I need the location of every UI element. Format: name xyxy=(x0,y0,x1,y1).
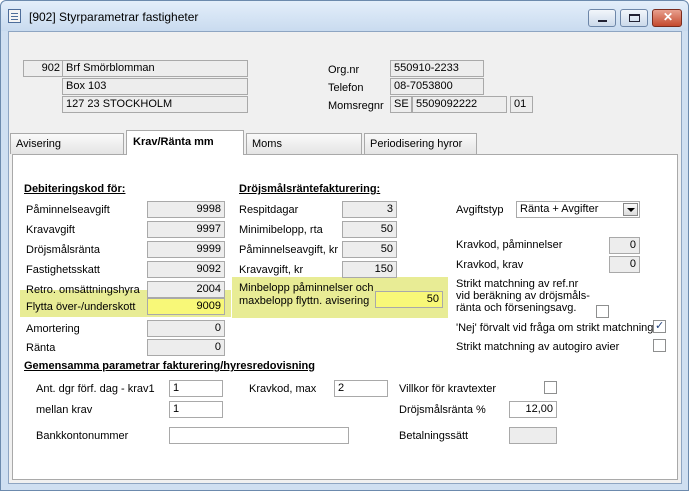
fee-type-select[interactable]: Ränta + Avgifter xyxy=(516,201,640,218)
interest-field[interactable]: 50 xyxy=(342,241,397,258)
tab-krav-ranta[interactable]: Krav/Ränta mm xyxy=(126,130,244,155)
phone-label: Telefon xyxy=(328,82,364,94)
between-label: mellan krav xyxy=(36,404,93,416)
rate-label: Dröjsmålsränta % xyxy=(399,404,486,416)
tab-periodisering[interactable]: Periodisering hyror xyxy=(364,133,477,154)
fee-type-value: Ränta + Avgifter xyxy=(520,203,599,215)
minimize-button[interactable] xyxy=(588,9,616,27)
debit-field[interactable]: 9009 xyxy=(147,298,225,315)
debit-label: Amortering xyxy=(26,323,80,335)
demand-code-field[interactable]: 0 xyxy=(609,256,640,273)
phone-field[interactable]: 08-7053800 xyxy=(390,78,484,95)
debit-label: Retro. omsättningshyra xyxy=(26,284,140,296)
title-bar[interactable]: [902] Styrparametrar fastigheter ✕ xyxy=(1,1,688,31)
address-field[interactable]: Box 103 xyxy=(62,78,248,95)
max-amount-label: maxbelopp flyttn. avisering xyxy=(239,295,370,307)
interest-label: Kravavgift, kr xyxy=(239,264,304,276)
app-icon xyxy=(8,9,21,23)
rate-field[interactable]: 12,00 xyxy=(509,401,557,418)
reminder-code-field[interactable]: 0 xyxy=(609,237,640,254)
strict-label-3: ränta och förseningsavg. xyxy=(456,302,577,314)
minimize-icon xyxy=(598,20,607,22)
max-code-field[interactable]: 2 xyxy=(334,380,388,397)
payment-field[interactable] xyxy=(509,427,557,444)
debit-field[interactable]: 0 xyxy=(147,320,225,337)
debit-label: Dröjsmålsränta xyxy=(26,244,100,256)
vat-suffix-field[interactable]: 01 xyxy=(510,96,533,113)
debit-field[interactable]: 9998 xyxy=(147,201,225,218)
nej-checkbox[interactable] xyxy=(653,319,666,333)
days-label: Ant. dgr förf. dag - krav1 xyxy=(36,383,155,395)
bank-label: Bankkontonummer xyxy=(36,430,129,442)
conditions-checkbox[interactable] xyxy=(544,381,557,394)
tab-moms[interactable]: Moms xyxy=(246,133,362,154)
strict-checkbox[interactable] xyxy=(596,305,609,318)
min-amount-label: Minbelopp påminnelser och xyxy=(239,282,374,294)
vat-number-field[interactable]: 5509092222 xyxy=(412,96,507,113)
bank-field[interactable] xyxy=(169,427,349,444)
vat-prefix-field[interactable]: SE xyxy=(390,96,412,113)
debit-label: Flytta över-/underskott xyxy=(26,301,136,313)
vat-label: Momsregnr xyxy=(328,100,384,112)
debit-field[interactable]: 9999 xyxy=(147,241,225,258)
debit-label: Påminnelseavgift xyxy=(26,204,110,216)
debit-label: Fastighetsskatt xyxy=(26,264,100,276)
maximize-button[interactable] xyxy=(620,9,648,27)
min-amount-field[interactable]: 50 xyxy=(375,291,443,308)
client-area: 902 Brf Smörblomman Box 103 127 23 STOCK… xyxy=(8,31,682,484)
postal-field[interactable]: 127 23 STOCKHOLM xyxy=(62,96,248,113)
reminder-code-label: Kravkod, påminnelser xyxy=(456,239,563,251)
tab-panel: Debiteringskod för: Påminnelseavgift 999… xyxy=(12,154,678,480)
autogiro-checkbox[interactable] xyxy=(653,339,666,352)
between-field[interactable]: 1 xyxy=(169,401,223,418)
orgnr-label: Org.nr xyxy=(328,64,360,76)
application-window: [902] Styrparametrar fastigheter ✕ 902 B… xyxy=(0,0,689,491)
debit-field[interactable]: 9997 xyxy=(147,221,225,238)
fee-type-label: Avgiftstyp xyxy=(456,204,504,216)
chevron-down-icon[interactable] xyxy=(623,203,638,216)
autogiro-label: Strikt matchning av autogiro avier xyxy=(456,341,620,353)
interest-label: Påminnelseavgift, kr xyxy=(239,244,339,256)
company-name-field[interactable]: Brf Smörblomman xyxy=(62,60,248,77)
debit-field[interactable]: 9092 xyxy=(147,261,225,278)
nej-label: 'Nej' förvalt vid fråga om strikt matchn… xyxy=(456,322,654,334)
debit-label: Ränta xyxy=(26,342,56,354)
interest-field[interactable]: 50 xyxy=(342,221,397,238)
debit-field[interactable]: 0 xyxy=(147,339,225,356)
interest-section-title: Dröjsmålsräntefakturering: xyxy=(239,183,381,195)
debit-field[interactable]: 2004 xyxy=(147,281,225,298)
interest-label: Respitdagar xyxy=(239,204,299,216)
days-field[interactable]: 1 xyxy=(169,380,223,397)
debit-section-title: Debiteringskod för: xyxy=(24,183,126,195)
maximize-icon xyxy=(629,14,640,22)
max-code-label: Kravkod, max xyxy=(249,383,317,395)
conditions-label: Villkor för kravtexter xyxy=(399,383,496,395)
interest-field[interactable]: 150 xyxy=(342,261,397,278)
interest-label: Minimibelopp, rta xyxy=(239,224,323,236)
common-section-title: Gemensamma parametrar fakturering/hyresr… xyxy=(24,360,316,372)
orgnr-field[interactable]: 550910-2233 xyxy=(390,60,484,77)
window-title: [902] Styrparametrar fastigheter xyxy=(29,10,199,24)
debit-label: Kravavgift xyxy=(26,224,75,236)
interest-field[interactable]: 3 xyxy=(342,201,397,218)
payment-label: Betalningssätt xyxy=(399,430,469,442)
tab-avisering[interactable]: Avisering xyxy=(10,133,124,154)
close-icon: ✕ xyxy=(663,10,674,24)
demand-code-label: Kravkod, krav xyxy=(456,259,524,271)
company-number-field[interactable]: 902 xyxy=(23,60,63,77)
close-button[interactable]: ✕ xyxy=(652,9,682,27)
